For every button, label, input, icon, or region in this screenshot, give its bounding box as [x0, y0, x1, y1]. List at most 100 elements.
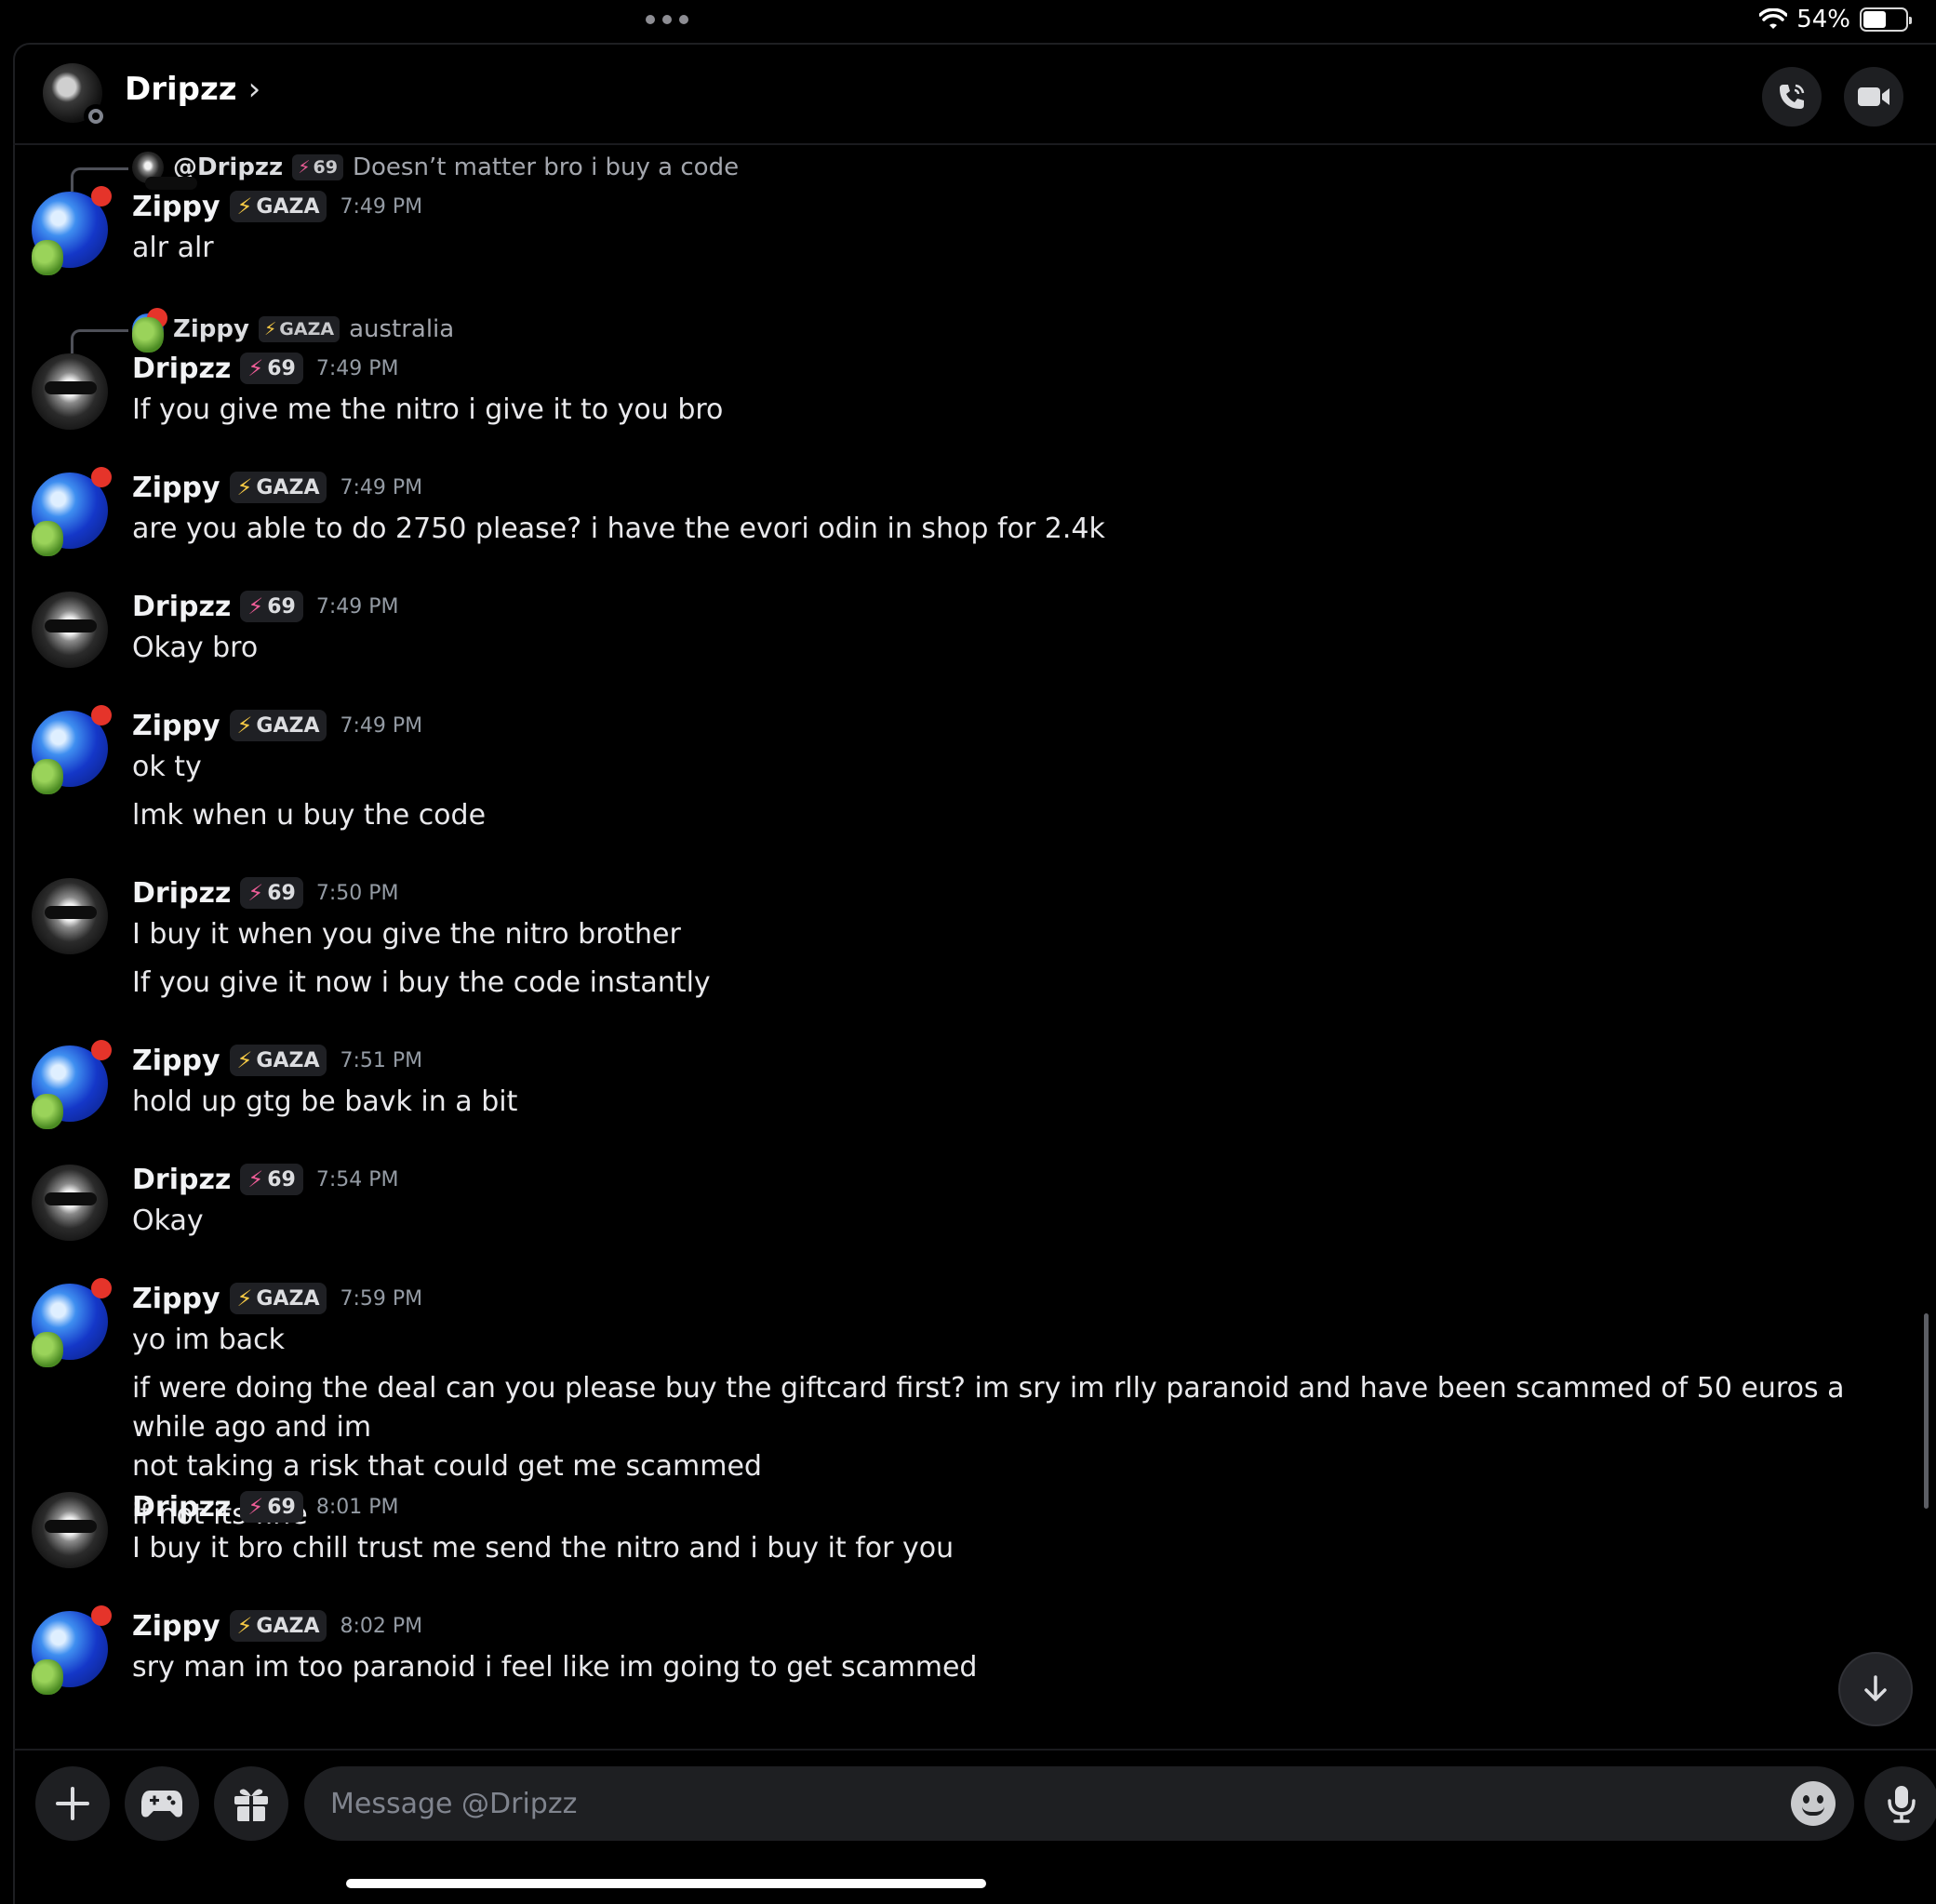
lightning-icon: ⚡: [247, 1166, 264, 1192]
message-text: lmk when u buy the code: [132, 799, 487, 832]
microphone-icon: [1888, 1786, 1916, 1823]
home-indicator[interactable]: [346, 1879, 986, 1888]
lightning-icon: ⚡: [236, 474, 253, 500]
video-call-button[interactable]: [1844, 67, 1903, 126]
avatar[interactable]: [32, 467, 112, 556]
avatar[interactable]: [32, 592, 108, 668]
user-tag[interactable]: ⚡ 69: [240, 1491, 303, 1523]
message-input[interactable]: [330, 1766, 1763, 1841]
avatar[interactable]: [32, 705, 112, 794]
username[interactable]: Zippy: [132, 1610, 220, 1643]
message-list[interactable]: @Dripzz ⚡ 69 Doesn’t matter bro i buy a c…: [13, 147, 1907, 1747]
dm-header: Dripzz ›: [13, 43, 1936, 145]
lightning-icon: ⚡: [247, 593, 264, 619]
status-bar: 54%: [0, 0, 1936, 41]
user-tag[interactable]: ⚡ GAZA: [229, 1045, 327, 1076]
reply-author: Zippy: [173, 315, 249, 343]
timestamp: 7:59 PM: [340, 1286, 423, 1311]
message-text: Okay: [132, 1205, 204, 1237]
username[interactable]: Zippy: [132, 710, 220, 742]
avatar[interactable]: [32, 186, 112, 275]
user-tag[interactable]: ⚡ 69: [240, 1164, 303, 1195]
username[interactable]: Zippy: [132, 1283, 220, 1315]
message-text: Okay bro: [132, 632, 259, 664]
user-tag[interactable]: ⚡ 69: [240, 591, 303, 622]
user-tag[interactable]: ⚡ 69: [240, 877, 303, 909]
timestamp: 7:49 PM: [340, 475, 423, 499]
emoji-icon[interactable]: [1791, 1781, 1836, 1826]
avatar[interactable]: [32, 1165, 108, 1241]
message-text: I buy it bro chill trust me send the nit…: [132, 1532, 955, 1564]
lightning-icon: ⚡: [247, 355, 264, 381]
lightning-icon: ⚡: [236, 1613, 253, 1639]
avatar[interactable]: [32, 353, 108, 430]
multitasking-dots-icon[interactable]: [646, 15, 688, 24]
add-attachment-button[interactable]: [35, 1766, 110, 1841]
avatar[interactable]: [43, 63, 108, 128]
scrollbar[interactable]: [1924, 1313, 1929, 1509]
voice-call-button[interactable]: [1762, 67, 1822, 126]
username[interactable]: Zippy: [132, 191, 220, 223]
reply-preview[interactable]: Zippy ⚡ GAZA australia: [13, 308, 1907, 353]
message-text: not taking a risk that could get me scam…: [132, 1450, 762, 1483]
reply-avatar: [132, 308, 167, 353]
user-tag[interactable]: ⚡ GAZA: [229, 1283, 327, 1314]
username[interactable]: Dripzz: [132, 591, 231, 623]
avatar[interactable]: [32, 1278, 112, 1367]
username[interactable]: Dripzz: [132, 353, 231, 385]
user-tag[interactable]: ⚡ 69: [240, 353, 303, 384]
timestamp: 7:49 PM: [315, 356, 399, 380]
gift-icon: [234, 1789, 268, 1821]
message-text: I buy it when you give the nitro brother: [132, 918, 681, 951]
avatar[interactable]: [32, 878, 108, 954]
message-text: ok ty: [132, 751, 202, 783]
message-text: yo im back: [132, 1324, 286, 1356]
user-tag: ⚡ GAZA: [258, 316, 340, 342]
lightning-icon: ⚡: [236, 193, 253, 220]
message-text: sry man im too paranoid i feel like im g…: [132, 1651, 978, 1684]
video-camera-icon: [1858, 87, 1889, 106]
username[interactable]: Dripzz: [132, 877, 231, 910]
gift-button[interactable]: [214, 1766, 288, 1841]
user-tag[interactable]: ⚡ GAZA: [229, 1610, 327, 1642]
username[interactable]: Zippy: [132, 472, 220, 504]
lightning-icon: ⚡: [236, 712, 253, 739]
avatar[interactable]: [32, 1040, 112, 1129]
voice-message-button[interactable]: [1864, 1766, 1936, 1841]
user-tag[interactable]: ⚡ GAZA: [229, 191, 327, 222]
message-input-wrapper[interactable]: [304, 1766, 1854, 1841]
page-title: Dripzz: [125, 71, 237, 108]
username[interactable]: Zippy: [132, 1045, 220, 1077]
lightning-icon: ⚡: [247, 1494, 264, 1520]
timestamp: 7:49 PM: [340, 194, 423, 219]
avatar[interactable]: [32, 1605, 112, 1695]
plus-icon: [56, 1787, 89, 1820]
timestamp: 7:50 PM: [315, 881, 399, 905]
wifi-icon: [1759, 8, 1788, 29]
lightning-icon: ⚡: [298, 157, 311, 178]
avatar[interactable]: [32, 1492, 108, 1568]
timestamp: 7:51 PM: [340, 1048, 423, 1072]
reply-preview[interactable]: @Dripzz ⚡ 69 Doesn’t matter bro i buy a c…: [13, 149, 1907, 192]
reply-text: Doesn’t matter bro i buy a code: [353, 153, 740, 181]
lightning-icon: ⚡: [236, 1285, 253, 1311]
lightning-icon: ⚡: [263, 319, 277, 340]
user-tag[interactable]: ⚡ GAZA: [229, 472, 327, 503]
gamepad-icon: [141, 1791, 182, 1817]
message-text: If you give it now i buy the code instan…: [132, 966, 711, 999]
chevron-right-icon: ›: [247, 71, 261, 108]
battery-percent: 54%: [1796, 6, 1850, 33]
lightning-icon: ⚡: [236, 1047, 253, 1073]
user-tag[interactable]: ⚡ GAZA: [229, 710, 327, 741]
username[interactable]: Dripzz: [132, 1491, 231, 1524]
reply-avatar: [132, 152, 164, 183]
timestamp: 7:49 PM: [315, 594, 399, 619]
username[interactable]: Dripzz: [132, 1164, 231, 1196]
dm-title[interactable]: Dripzz ›: [125, 71, 260, 108]
jump-to-present-button[interactable]: [1838, 1652, 1913, 1726]
activities-button[interactable]: [125, 1766, 199, 1841]
message-text: If you give me the nitro i give it to yo…: [132, 393, 724, 426]
arrow-down-icon: [1864, 1675, 1887, 1701]
battery-icon: [1860, 7, 1912, 32]
user-tag: ⚡ 69: [292, 154, 343, 180]
